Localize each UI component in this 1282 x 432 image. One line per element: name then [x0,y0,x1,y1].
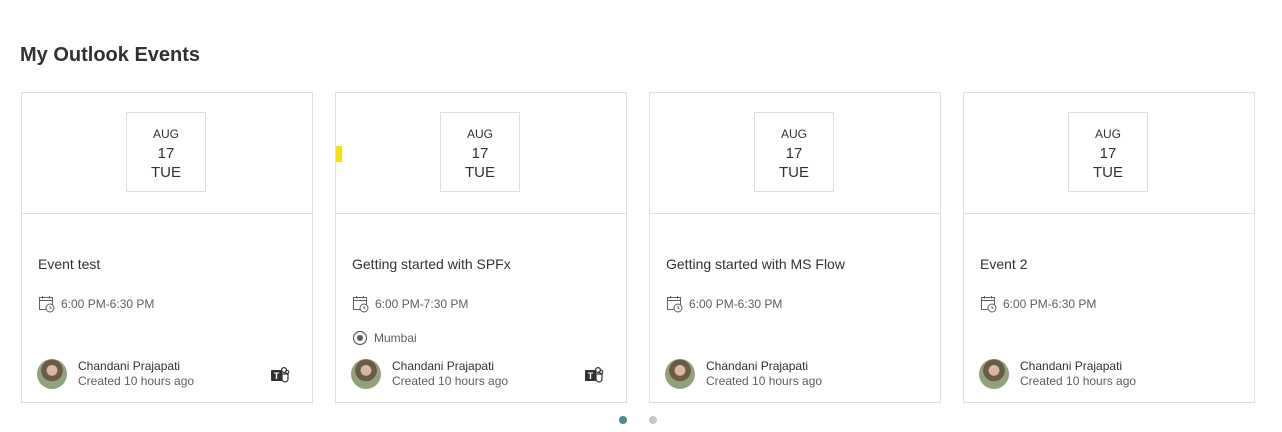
calendar-clock-icon [353,296,369,313]
author-name: Chandani Prajapati [706,359,809,373]
date-day: 17 [471,145,489,162]
date-month: AUG [152,127,179,141]
date-weekday: TUE [779,164,809,181]
carousel-pager [619,416,657,424]
date-month: AUG [780,127,807,141]
event-card[interactable]: AUG 17 TUE Event test 6:00 PM-6:30 PM Ch… [21,92,313,403]
teams-icon[interactable]: T [584,365,604,385]
event-card[interactable]: AUG 17 TUE Event 2 6:00 PM-6:30 PM Chand… [963,92,1255,403]
pager-dot-1[interactable] [619,416,627,424]
author-name: Chandani Prajapati [78,359,181,373]
event-card[interactable]: AUG 17 TUE Getting started with MS Flow … [649,92,941,403]
event-time: 6:00 PM-6:30 PM [1003,297,1097,311]
event-title[interactable]: Getting started with MS Flow [666,256,845,272]
date-month: AUG [466,127,493,141]
event-author: Chandani Prajapati Created 10 hours ago [37,359,194,389]
date-weekday: TUE [465,164,495,181]
event-author: Chandani Prajapati Created 10 hours ago [665,359,822,389]
date-day: 17 [157,145,175,162]
outlook-events-webpart: My Outlook Events AUG 17 TUE Event test [0,0,1282,432]
date-tile: AUG 17 TUE [754,112,834,192]
calendar-clock-icon [981,296,997,313]
event-cards: AUG 17 TUE Event test 6:00 PM-6:30 PM Ch… [21,92,1255,403]
teams-icon[interactable]: T [270,365,290,385]
created-time: Created 10 hours ago [1020,374,1137,388]
event-date-area: AUG 17 TUE [964,93,1254,214]
pager-dot-2[interactable] [649,416,657,424]
focus-marker [336,146,342,162]
author-name: Chandani Prajapati [1020,359,1123,373]
event-date-area: AUG 17 TUE [650,93,940,214]
event-date-area: AUG 17 TUE [336,93,626,214]
event-time-row: 6:00 PM-6:30 PM [980,295,1096,313]
date-month: AUG [1094,127,1121,141]
event-location: Mumbai [374,331,417,345]
event-author: Chandani Prajapati Created 10 hours ago [351,359,508,389]
created-time: Created 10 hours ago [706,374,823,388]
date-day: 17 [1099,145,1117,162]
event-time-row: 6:00 PM-6:30 PM [38,295,154,313]
event-title[interactable]: Event 2 [980,256,1027,272]
event-card[interactable]: AUG 17 TUE Getting started with SPFx 6:0… [335,92,627,403]
event-title[interactable]: Getting started with SPFx [352,256,511,272]
event-title[interactable]: Event test [38,256,100,272]
date-day: 17 [785,145,803,162]
created-time: Created 10 hours ago [78,374,195,388]
date-tile: AUG 17 TUE [1068,112,1148,192]
event-author: Chandani Prajapati Created 10 hours ago [979,359,1136,389]
avatar [37,359,67,389]
webpart-title: My Outlook Events [20,44,201,66]
event-time-row: 6:00 PM-6:30 PM [666,295,782,313]
date-tile: AUG 17 TUE [126,112,206,192]
created-time: Created 10 hours ago [392,374,509,388]
event-time: 6:00 PM-6:30 PM [61,297,155,311]
date-weekday: TUE [1093,164,1123,181]
event-time: 6:00 PM-7:30 PM [375,297,469,311]
event-time-row: 6:00 PM-7:30 PM [352,295,468,313]
date-weekday: TUE [151,164,181,181]
event-time: 6:00 PM-6:30 PM [689,297,783,311]
calendar-clock-icon [667,296,683,313]
event-date-area: AUG 17 TUE [22,93,312,214]
calendar-clock-icon [39,296,55,313]
svg-text:T: T [588,371,594,381]
date-tile: AUG 17 TUE [440,112,520,192]
avatar [665,359,695,389]
author-name: Chandani Prajapati [392,359,495,373]
avatar [979,359,1009,389]
avatar [351,359,381,389]
event-location-row: Mumbai [352,330,417,346]
svg-text:T: T [274,371,280,381]
location-pin-icon [352,330,368,346]
